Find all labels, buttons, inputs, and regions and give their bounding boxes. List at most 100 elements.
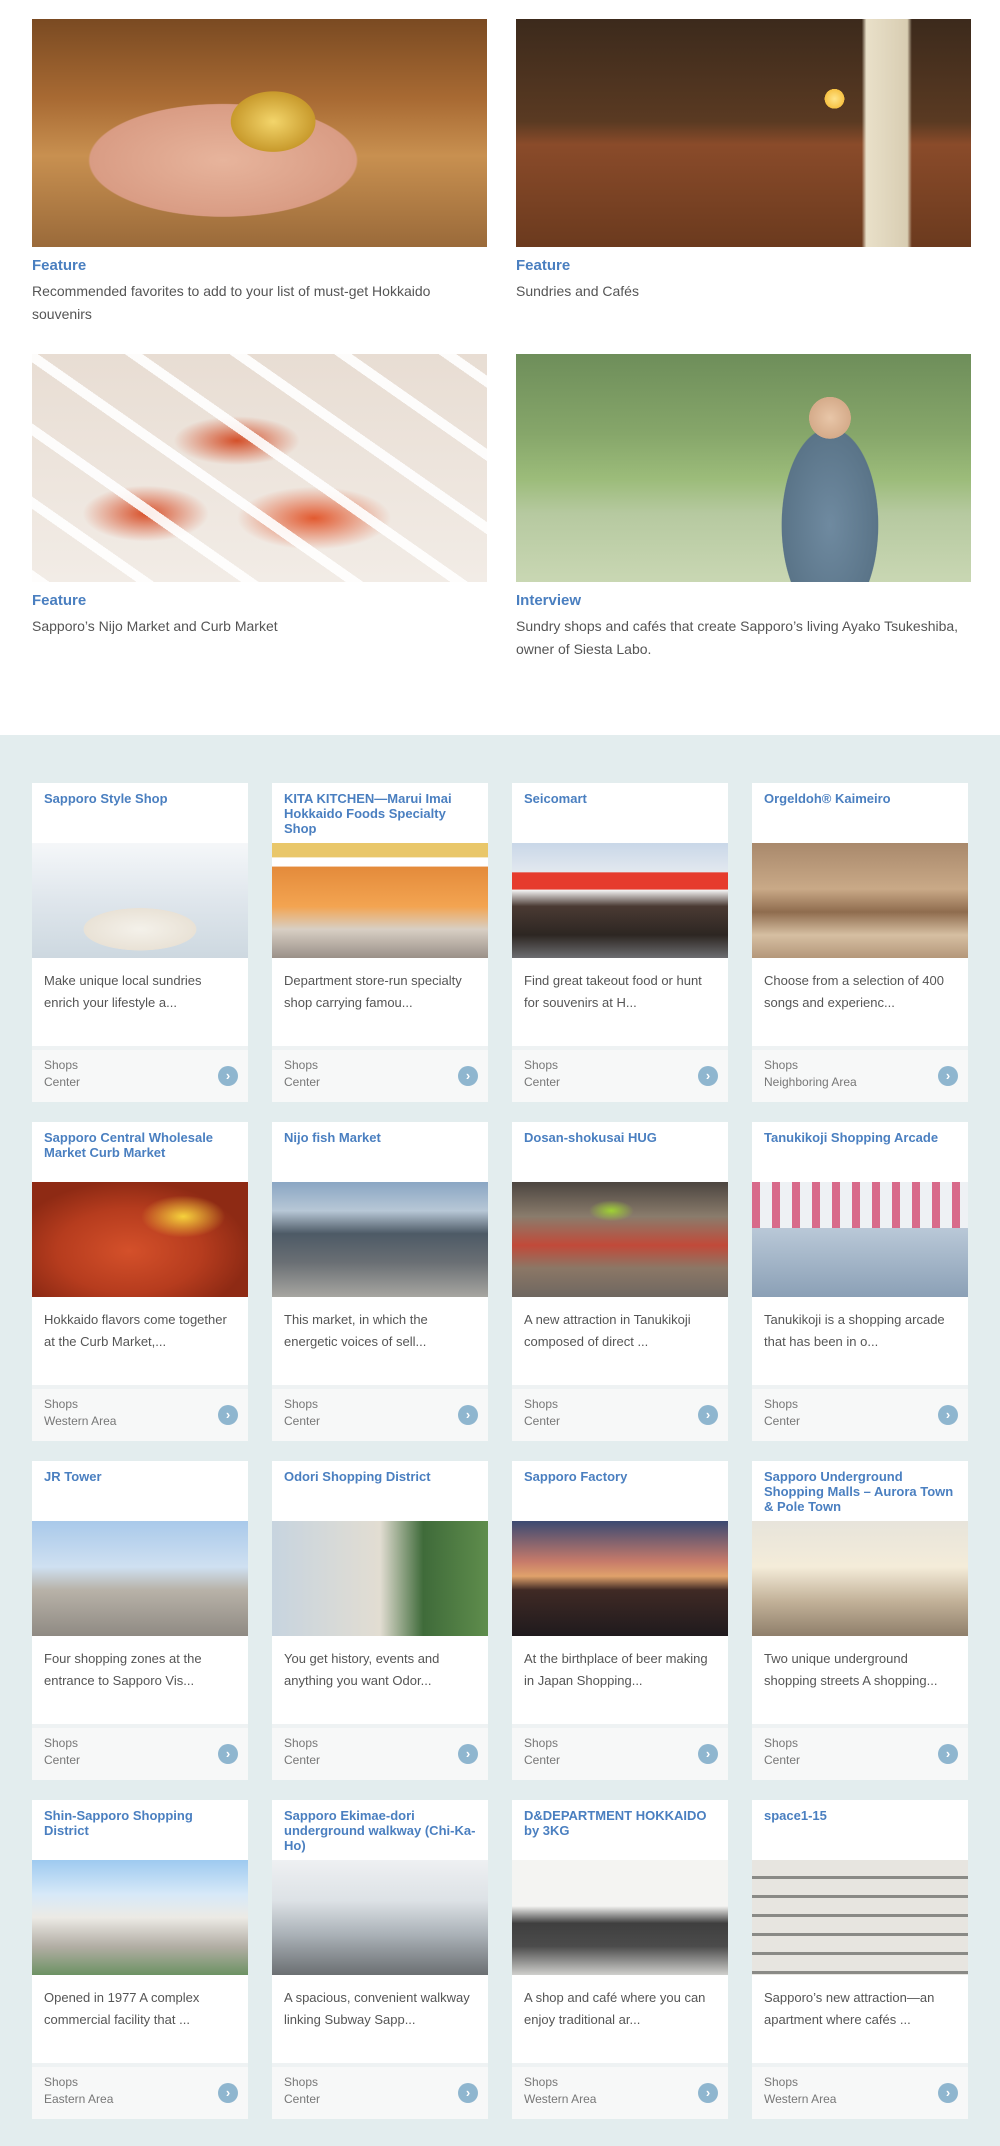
shop-title[interactable]: KITA KITCHEN—Marui Imai Hokkaido Foods S… (284, 791, 478, 836)
shop-card[interactable]: Sapporo Factory At the birthplace of bee… (512, 1461, 728, 1780)
chevron-right-icon[interactable]: › (458, 2083, 478, 2103)
shop-title[interactable]: Sapporo Underground Shopping Malls – Aur… (764, 1469, 958, 1514)
feature-description[interactable]: Recommended favorites to add to your lis… (32, 280, 487, 326)
feature-category[interactable]: Feature (32, 257, 487, 274)
shop-card-footer: Shops Center › (272, 2063, 488, 2119)
shop-photo[interactable] (752, 843, 968, 958)
shop-photo[interactable] (272, 843, 488, 958)
shop-card[interactable]: Sapporo Underground Shopping Malls – Aur… (752, 1461, 968, 1780)
shop-card[interactable]: Dosan-shokusai HUG A new attraction in T… (512, 1122, 728, 1441)
shop-photo[interactable] (512, 1182, 728, 1297)
shop-area: Center (524, 1075, 561, 1089)
crab-market-photo[interactable] (32, 354, 487, 582)
shop-card[interactable]: Sapporo Central Wholesale Market Curb Ma… (32, 1122, 248, 1441)
shop-title[interactable]: Sapporo Style Shop (44, 791, 238, 806)
feature-category[interactable]: Interview (516, 592, 971, 609)
feature-category[interactable]: Feature (516, 257, 971, 274)
shop-category: Shops (524, 1397, 559, 1411)
feature-description[interactable]: Sundries and Cafés (516, 280, 971, 303)
shop-description: Tanukikoji is a shopping arcade that has… (764, 1312, 945, 1349)
shop-card[interactable]: space1-15 Sapporo’s new attraction—an ap… (752, 1800, 968, 2119)
interview-portrait-photo[interactable] (516, 354, 971, 582)
shop-title[interactable]: Seicomart (524, 791, 718, 806)
shop-card[interactable]: D&DEPARTMENT HOKKAIDO by 3KG A shop and … (512, 1800, 728, 2119)
chevron-right-icon[interactable]: › (218, 1066, 238, 1086)
feature-section: Feature Recommended favorites to add to … (0, 0, 1000, 735)
shop-category: Shops (764, 1397, 799, 1411)
shop-title[interactable]: Orgeldoh® Kaimeiro (764, 791, 958, 806)
shop-card-footer: Shops Center › (512, 1046, 728, 1102)
feature-card-souvenirs[interactable]: Feature Recommended favorites to add to … (32, 19, 487, 326)
shop-area: Center (764, 1753, 801, 1767)
shop-photo[interactable] (752, 1521, 968, 1636)
shop-title[interactable]: Sapporo Factory (524, 1469, 718, 1484)
feature-card-cafes[interactable]: Feature Sundries and Cafés (516, 19, 971, 303)
shop-card[interactable]: Odori Shopping District You get history,… (272, 1461, 488, 1780)
feature-description[interactable]: Sapporo’s Nijo Market and Curb Market (32, 615, 487, 638)
shop-photo[interactable] (272, 1182, 488, 1297)
shop-card[interactable]: Nijo fish Market This market, in which t… (272, 1122, 488, 1441)
shop-description: Hokkaido flavors come together at the Cu… (44, 1312, 227, 1349)
shop-card[interactable]: Shin-Sapporo Shopping District Opened in… (32, 1800, 248, 2119)
shop-title[interactable]: Sapporo Central Wholesale Market Curb Ma… (44, 1130, 238, 1160)
shop-photo[interactable] (752, 1860, 968, 1975)
shop-photo[interactable] (272, 1860, 488, 1975)
feature-card-nijo-market[interactable]: Feature Sapporo’s Nijo Market and Curb M… (32, 354, 487, 638)
chevron-right-icon[interactable]: › (698, 1744, 718, 1764)
cafe-interior-photo[interactable] (516, 19, 971, 247)
shop-description: Opened in 1977 A complex commercial faci… (44, 1990, 200, 2027)
shop-title[interactable]: Dosan-shokusai HUG (524, 1130, 718, 1145)
chevron-right-icon[interactable]: › (698, 1405, 718, 1425)
shop-photo[interactable] (32, 843, 248, 958)
shop-card[interactable]: KITA KITCHEN—Marui Imai Hokkaido Foods S… (272, 783, 488, 1102)
shop-title[interactable]: space1-15 (764, 1808, 958, 1823)
chevron-right-icon[interactable]: › (458, 1066, 478, 1086)
shop-photo[interactable] (272, 1521, 488, 1636)
shop-photo[interactable] (752, 1182, 968, 1297)
shop-photo[interactable] (512, 843, 728, 958)
chevron-right-icon[interactable]: › (938, 2083, 958, 2103)
shop-category: Shops (524, 1058, 559, 1072)
shop-title[interactable]: Tanukikoji Shopping Arcade (764, 1130, 958, 1145)
shop-card-footer: Shops Center › (32, 1046, 248, 1102)
music-box-photo[interactable] (32, 19, 487, 247)
shop-card[interactable]: Seicomart Find great takeout food or hun… (512, 783, 728, 1102)
chevron-right-icon[interactable]: › (698, 1066, 718, 1086)
shop-description: Two unique underground shopping streets … (764, 1651, 938, 1688)
shop-category: Shops (284, 2075, 319, 2089)
shop-title[interactable]: Sapporo Ekimae-dori underground walkway … (284, 1808, 478, 1853)
chevron-right-icon[interactable]: › (458, 1744, 478, 1764)
chevron-right-icon[interactable]: › (458, 1405, 478, 1425)
shop-photo[interactable] (32, 1860, 248, 1975)
shop-card[interactable]: Sapporo Style Shop Make unique local sun… (32, 783, 248, 1102)
chevron-right-icon[interactable]: › (938, 1405, 958, 1425)
chevron-right-icon[interactable]: › (698, 2083, 718, 2103)
shop-card[interactable]: Tanukikoji Shopping Arcade Tanukikoji is… (752, 1122, 968, 1441)
shop-card[interactable]: Sapporo Ekimae-dori underground walkway … (272, 1800, 488, 2119)
feature-category[interactable]: Feature (32, 592, 487, 609)
chevron-right-icon[interactable]: › (218, 1405, 238, 1425)
shop-area: Center (524, 1753, 561, 1767)
chevron-right-icon[interactable]: › (938, 1066, 958, 1086)
shop-card[interactable]: JR Tower Four shopping zones at the entr… (32, 1461, 248, 1780)
shop-area: Center (764, 1414, 801, 1428)
shop-title[interactable]: JR Tower (44, 1469, 238, 1484)
shop-area: Western Area (524, 2092, 597, 2106)
chevron-right-icon[interactable]: › (218, 2083, 238, 2103)
shop-photo[interactable] (512, 1521, 728, 1636)
shop-photo[interactable] (512, 1860, 728, 1975)
chevron-right-icon[interactable]: › (218, 1744, 238, 1764)
shop-photo[interactable] (32, 1182, 248, 1297)
shop-title[interactable]: Odori Shopping District (284, 1469, 478, 1484)
chevron-right-icon[interactable]: › (938, 1744, 958, 1764)
shop-card-footer: Shops Center › (512, 1724, 728, 1780)
shop-title[interactable]: D&DEPARTMENT HOKKAIDO by 3KG (524, 1808, 718, 1838)
shop-area: Neighboring Area (764, 1075, 857, 1089)
feature-card-interview[interactable]: Interview Sundry shops and cafés that cr… (516, 354, 971, 661)
shop-card-footer: Shops Center › (32, 1724, 248, 1780)
shop-card[interactable]: Orgeldoh® Kaimeiro Choose from a selecti… (752, 783, 968, 1102)
shop-title[interactable]: Nijo fish Market (284, 1130, 478, 1145)
shop-photo[interactable] (32, 1521, 248, 1636)
shop-title[interactable]: Shin-Sapporo Shopping District (44, 1808, 238, 1838)
feature-description[interactable]: Sundry shops and cafés that create Sappo… (516, 615, 971, 661)
